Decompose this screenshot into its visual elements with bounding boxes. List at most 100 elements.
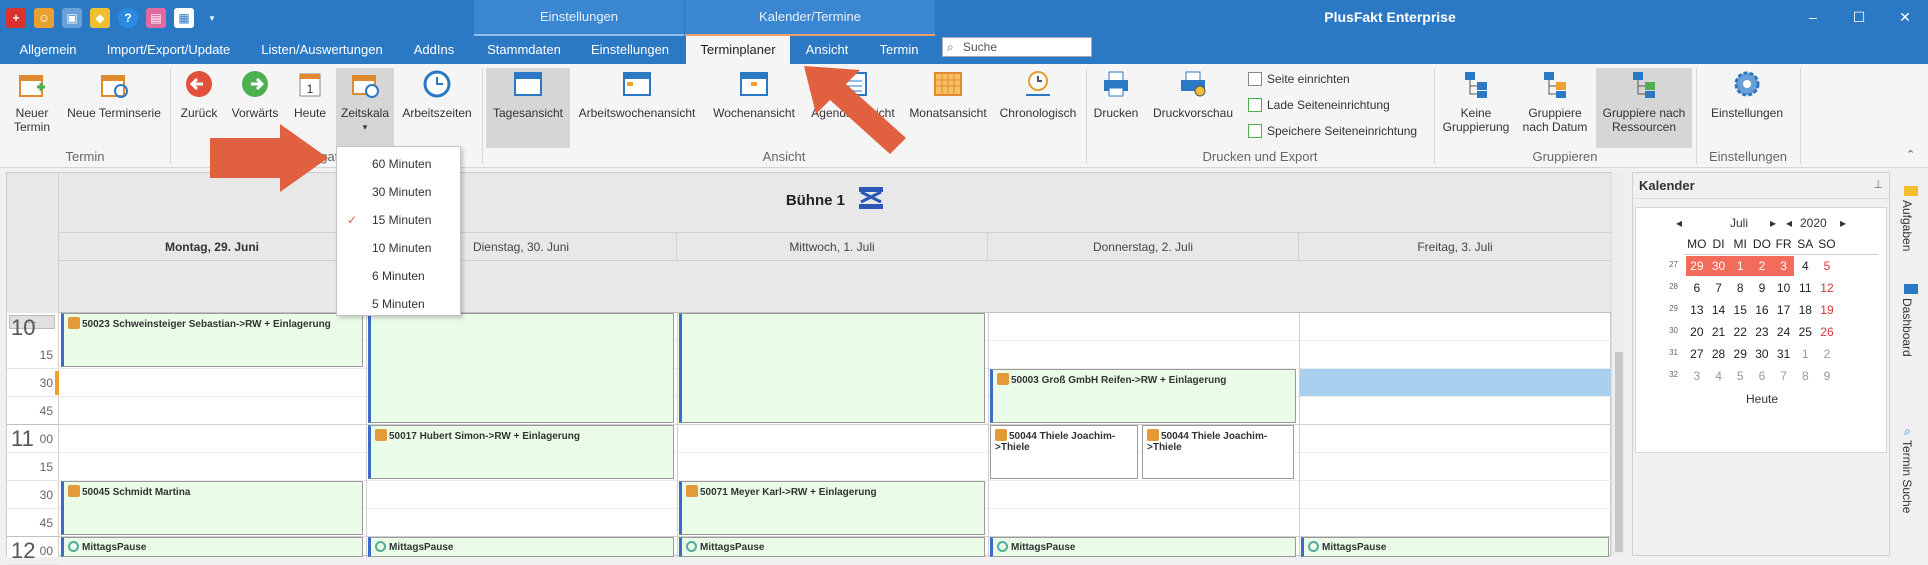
mini-day[interactable]: 18	[1794, 300, 1816, 320]
mini-day[interactable]: 22	[1729, 322, 1751, 342]
prev-year-icon[interactable]: ◂	[1786, 216, 1792, 230]
keine-gruppierung-button[interactable]: Keine Gruppierung	[1438, 68, 1514, 148]
menu-item-5-minuten[interactable]: 5 Minuten	[337, 293, 460, 315]
calendar-icon[interactable]: ▦	[174, 8, 194, 28]
mini-day[interactable]: 6	[1686, 278, 1708, 298]
menu-item-10-minuten[interactable]: 10 Minuten	[337, 237, 460, 259]
gruppiere-datum-button[interactable]: Gruppiere nach Datum	[1518, 68, 1592, 148]
mini-day[interactable]: 14	[1708, 300, 1730, 320]
side-tab-dashboard[interactable]: Dashboard	[1900, 298, 1914, 357]
appointment[interactable]	[368, 313, 674, 423]
mini-day[interactable]: 3	[1686, 366, 1708, 386]
mini-day[interactable]: 19	[1816, 300, 1838, 320]
speichere-seiteneinrichtung-button[interactable]: Speichere Seiteneinrichtung	[1248, 122, 1417, 140]
appointment-pause[interactable]: MittagsPause	[990, 537, 1296, 557]
mini-day[interactable]: 9	[1751, 278, 1773, 298]
appointment[interactable]: 50044 Thiele Joachim->Thiele	[990, 425, 1138, 479]
mini-day[interactable]: 17	[1773, 300, 1795, 320]
mini-day[interactable]: 25	[1794, 322, 1816, 342]
scrollbar-thumb[interactable]	[1615, 352, 1623, 552]
tab-addins[interactable]: AddIns	[404, 36, 464, 64]
mini-day[interactable]: 29	[1729, 344, 1751, 364]
collapse-ribbon-chevron-icon[interactable]: ⌃	[1906, 148, 1915, 161]
menu-item-6-minuten[interactable]: 6 Minuten	[337, 265, 460, 287]
scheduler-view[interactable]: Bühne 1 Montag, 29. Juni Dienstag, 30. J…	[6, 172, 1612, 565]
mini-day[interactable]: 15	[1729, 300, 1751, 320]
appointment[interactable]	[679, 313, 985, 423]
mini-day[interactable]: 27	[1686, 344, 1708, 364]
mini-day[interactable]: 1	[1729, 256, 1752, 276]
mini-day[interactable]: 6	[1751, 366, 1773, 386]
tagesansicht-button[interactable]: Tagesansicht	[486, 68, 570, 148]
monatsansicht-button[interactable]: Monatsansicht	[906, 68, 990, 148]
tab-import-export[interactable]: Import/Export/Update	[96, 36, 241, 64]
chronologisch-button[interactable]: Chronologisch	[996, 68, 1080, 148]
menu-item-15-minuten[interactable]: ✓ 15 Minuten	[337, 209, 460, 231]
seite-einrichten-button[interactable]: Seite einrichten	[1248, 70, 1350, 88]
mini-day[interactable]: 21	[1708, 322, 1730, 342]
tab-termin[interactable]: Termin	[868, 36, 930, 64]
mini-day[interactable]: 30	[1751, 344, 1773, 364]
next-month-icon[interactable]: ▸	[1770, 216, 1776, 230]
appointment-pause[interactable]: MittagsPause	[61, 537, 363, 557]
mini-day[interactable]: 29	[1686, 256, 1708, 276]
close-button[interactable]: ✕	[1882, 0, 1928, 34]
mini-day[interactable]: 12	[1816, 278, 1838, 298]
next-year-icon[interactable]: ▸	[1840, 216, 1846, 230]
appointment[interactable]: 50044 Thiele Joachim->Thiele	[1142, 425, 1294, 479]
zeitskala-button[interactable]: Zeitskala ▾	[336, 68, 394, 148]
customize-qat-icon[interactable]: ▾	[202, 8, 222, 28]
tab-stammdaten[interactable]: Stammdaten	[474, 36, 574, 64]
mini-day[interactable]: 5	[1729, 366, 1751, 386]
day-header-donnerstag[interactable]: Donnerstag, 2. Juli	[988, 233, 1299, 261]
mini-day[interactable]: 10	[1773, 278, 1795, 298]
side-tab-aufgaben[interactable]: Aufgaben	[1900, 200, 1914, 251]
mini-day[interactable]: 7	[1773, 366, 1795, 386]
report-icon[interactable]: ▤	[146, 8, 166, 28]
appointment[interactable]: 50017 Hubert Simon->RW + Einlagerung	[368, 425, 674, 479]
druckvorschau-button[interactable]: Druckvorschau	[1148, 68, 1238, 148]
mini-day[interactable]: 24	[1773, 322, 1795, 342]
mini-day[interactable]: 1	[1794, 344, 1816, 364]
mini-day[interactable]: 13	[1686, 300, 1708, 320]
mini-day[interactable]: 26	[1816, 322, 1838, 342]
tab-einstellungen[interactable]: Einstellungen	[580, 36, 680, 64]
day-header-freitag[interactable]: Freitag, 3. Juli	[1299, 233, 1612, 261]
swiss-icon[interactable]: +	[6, 8, 26, 28]
maximize-button[interactable]: ☐	[1836, 0, 1882, 34]
day-header-mittwoch[interactable]: Mittwoch, 1. Juli	[677, 233, 988, 261]
users-icon[interactable]: ☺	[34, 8, 54, 28]
lade-seiteneinrichtung-button[interactable]: Lade Seiteneinrichtung	[1248, 96, 1390, 114]
mini-day[interactable]: 8	[1794, 366, 1816, 386]
grid-row[interactable]	[59, 453, 1612, 481]
tab-ansicht[interactable]: Ansicht	[792, 36, 862, 64]
grid-row[interactable]	[59, 425, 1612, 453]
day-header-montag[interactable]: Montag, 29. Juni	[59, 233, 366, 261]
drucken-button[interactable]: Drucken	[1090, 68, 1142, 148]
mini-day[interactable]: 23	[1751, 322, 1773, 342]
appointment-pause[interactable]: MittagsPause	[1301, 537, 1609, 557]
appointment[interactable]: 50023 Schweinsteiger Sebastian->RW + Ein…	[61, 313, 363, 367]
prev-month-icon[interactable]: ◂	[1676, 216, 1682, 230]
menu-item-30-minuten[interactable]: 30 Minuten	[337, 181, 460, 203]
appointment[interactable]: 50003 Groß GmbH Reifen->RW + Einlagerung	[990, 369, 1296, 423]
side-tab-termin-suche[interactable]: Termin Suche	[1900, 440, 1914, 513]
mini-day[interactable]: 2	[1751, 256, 1773, 276]
mini-day[interactable]: 11	[1794, 278, 1816, 298]
mini-day[interactable]: 4	[1708, 366, 1730, 386]
all-day-area[interactable]	[59, 261, 1612, 313]
tab-terminplaner[interactable]: Terminplaner	[686, 36, 790, 64]
appointment[interactable]: 50071 Meyer Karl->RW + Einlagerung	[679, 481, 985, 535]
mini-day[interactable]: 31	[1773, 344, 1795, 364]
appointment[interactable]: 50045 Schmidt Martina	[61, 481, 363, 535]
heute-link[interactable]: Heute	[1636, 392, 1888, 406]
appointment-pause[interactable]: MittagsPause	[368, 537, 674, 557]
wochenansicht-button[interactable]: Wochenansicht	[704, 68, 804, 148]
search-input[interactable]: ⌕ Suche	[942, 37, 1092, 57]
image-icon[interactable]: ▣	[62, 8, 82, 28]
mini-day[interactable]: 28	[1708, 344, 1730, 364]
busy-time-block[interactable]	[1300, 369, 1612, 396]
mini-day[interactable]: 16	[1751, 300, 1773, 320]
neuer-termin-button[interactable]: Neuer Termin	[6, 68, 58, 148]
vertical-scrollbar[interactable]	[1611, 172, 1625, 556]
